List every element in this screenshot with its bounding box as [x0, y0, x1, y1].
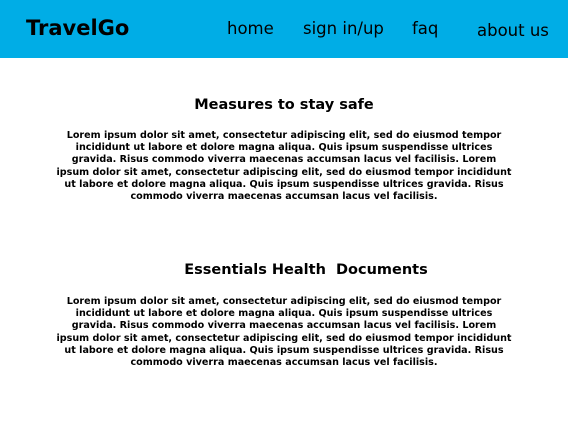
- nav-link-about-us[interactable]: about us: [477, 20, 549, 42]
- nav-link-sign-in-up[interactable]: sign in/up: [303, 18, 384, 40]
- section-title-safety-measures: Measures to stay safe: [194, 97, 374, 113]
- brand-logo[interactable]: TravelGo: [26, 14, 129, 42]
- section-title-health-documents: Essentials Health Documents: [184, 262, 428, 278]
- section-body-health-documents: Lorem ipsum dolor sit amet, consectetur …: [56, 296, 512, 369]
- nav-link-faq[interactable]: faq: [412, 18, 438, 40]
- nav-link-home[interactable]: home: [227, 18, 274, 40]
- top-navbar: TravelGo home sign in/up faq about us: [0, 0, 568, 58]
- section-body-safety-measures: Lorem ipsum dolor sit amet, consectetur …: [56, 130, 512, 203]
